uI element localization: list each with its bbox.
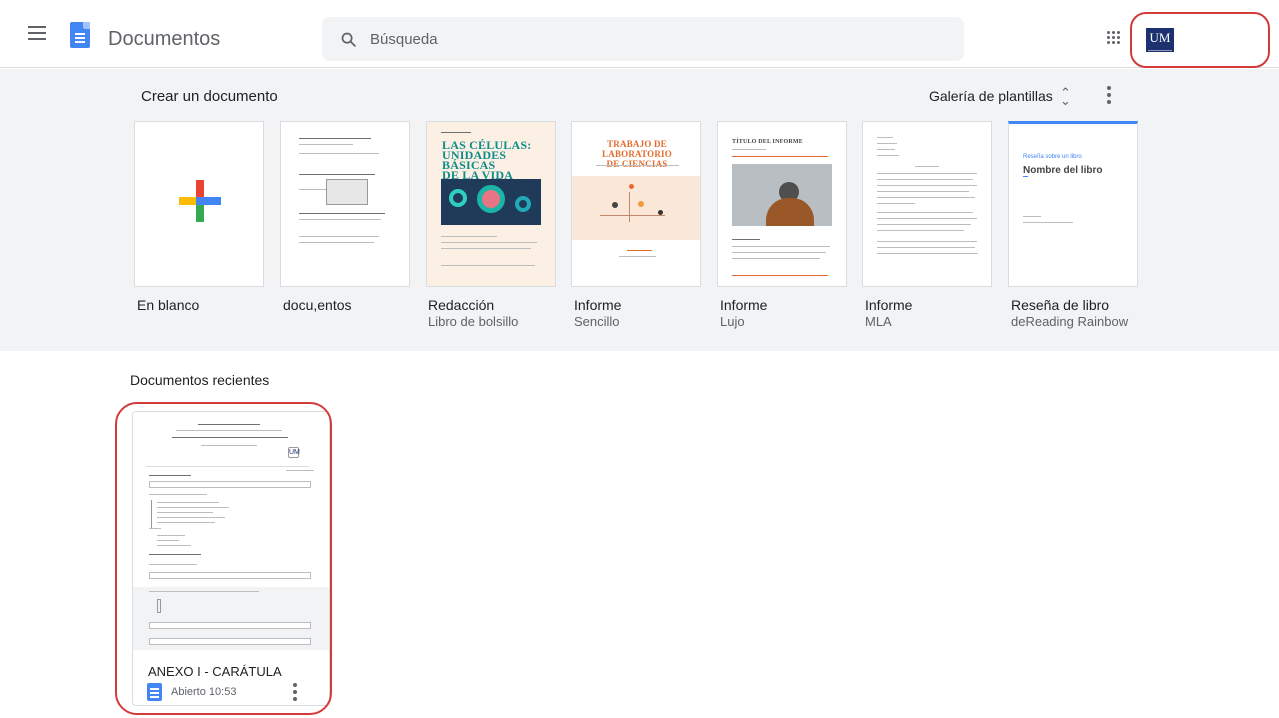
review-thumbnail-title: Nombre del libro bbox=[1023, 165, 1103, 176]
template-subtitle: Lujo bbox=[720, 314, 745, 329]
plus-icon bbox=[179, 180, 221, 222]
create-document-title: Crear un documento bbox=[141, 88, 278, 105]
template-subtitle: Libro de bolsillo bbox=[428, 314, 519, 329]
recent-document-card[interactable]: UM ANEXO I - CARÁTULA Abierto 10:53 bbox=[132, 411, 330, 706]
recent-documents-title: Documentos recientes bbox=[130, 372, 270, 388]
template-report-luxury[interactable]: TÍTULO DEL INFORME bbox=[717, 121, 847, 287]
report-thumbnail-title: TÍTULO DEL INFORME bbox=[732, 139, 803, 145]
template-blank[interactable] bbox=[134, 121, 264, 287]
template-label: Redacción bbox=[428, 297, 495, 313]
template-subtitle: Sencillo bbox=[574, 314, 620, 329]
document-more-options-icon[interactable] bbox=[293, 683, 297, 701]
template-writing[interactable]: LAS CÉLULAS: UNIDADES BÁSICAS DE LA VIDA bbox=[426, 121, 556, 287]
template-label: Informe bbox=[720, 297, 768, 313]
template-report-simple[interactable]: TRABAJO DE LABORATORIO DE CIENCIAS bbox=[571, 121, 701, 287]
last-opened-time: Abierto 10:53 bbox=[171, 686, 237, 698]
main-menu-icon[interactable] bbox=[28, 26, 46, 40]
template-subtitle: deReading Rainbow bbox=[1011, 314, 1129, 329]
template-subtitle: MLA bbox=[865, 314, 892, 329]
google-apps-icon[interactable] bbox=[1107, 31, 1120, 44]
template-report-mla[interactable] bbox=[862, 121, 992, 287]
unfold-icon[interactable]: ⌃ ⌄ bbox=[1060, 86, 1071, 107]
template-gallery-button[interactable]: Galería de plantillas bbox=[929, 88, 1053, 104]
recent-document-name[interactable]: ANEXO I - CARÁTULA bbox=[148, 664, 282, 679]
top-bar: Documentos UM bbox=[0, 0, 1279, 68]
template-label: Informe bbox=[865, 297, 913, 313]
template-label: Reseña de libro bbox=[1011, 297, 1110, 313]
search-icon[interactable] bbox=[340, 31, 357, 48]
template-book-review[interactable]: Reseña sobre un libro Nombre del libro bbox=[1008, 121, 1138, 287]
review-intro-text: Reseña sobre un libro bbox=[1023, 154, 1082, 160]
search-input[interactable] bbox=[370, 28, 930, 50]
template-documents[interactable] bbox=[280, 121, 410, 287]
template-label: Informe bbox=[574, 297, 622, 313]
template-label: docu,entos bbox=[283, 297, 352, 313]
search-box[interactable] bbox=[322, 17, 964, 61]
docs-file-icon bbox=[147, 683, 162, 701]
cells-thumbnail-title: LAS CÉLULAS: UNIDADES BÁSICAS DE LA VIDA bbox=[442, 138, 532, 182]
docs-logo-icon[interactable] bbox=[70, 22, 90, 48]
app-title[interactable]: Documentos bbox=[108, 28, 220, 51]
document-thumbnail: UM bbox=[133, 412, 329, 650]
account-area[interactable]: UM bbox=[1130, 12, 1270, 68]
template-label: En blanco bbox=[137, 297, 200, 313]
more-options-icon[interactable] bbox=[1107, 86, 1111, 104]
um-logo[interactable]: UM bbox=[1146, 28, 1174, 52]
